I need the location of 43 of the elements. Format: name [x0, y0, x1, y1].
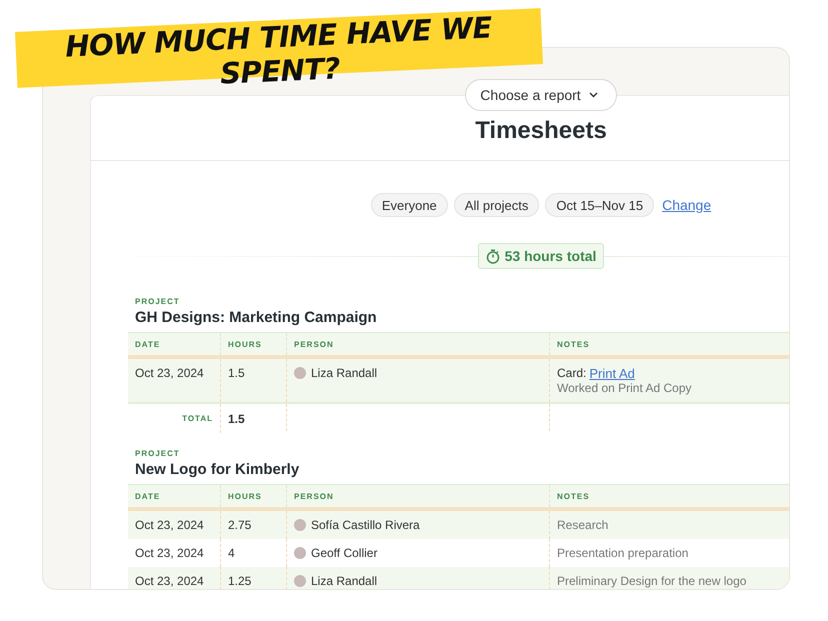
column-header: DATE [128, 333, 221, 355]
person-name: Geoff Collier [311, 546, 378, 560]
note-text: Preliminary Design for the new logo [557, 574, 748, 588]
table-cell: 1.25 [221, 567, 287, 589]
table-cell: 1.5 [221, 359, 287, 402]
project-name: New Logo for Kimberly [135, 461, 300, 478]
caret-icon [588, 92, 598, 98]
project-label: PROJECT [135, 297, 181, 306]
filter-chip[interactable]: All projects [454, 193, 540, 217]
avatar [294, 547, 306, 559]
filter-chip[interactable]: Everyone [370, 193, 448, 217]
card-label: Card: [557, 366, 586, 381]
note-text: Presentation preparation [557, 546, 690, 560]
total-hours-badge: 53 hours total [478, 243, 604, 269]
column-header: NOTES [556, 491, 591, 503]
table-cell: Oct 23, 2024 [128, 511, 221, 539]
filter-chip[interactable]: Oct 15–Nov 15 [545, 193, 654, 217]
table-cell: 2.75 [221, 511, 287, 539]
page-title: Timesheets [475, 116, 607, 146]
change-link[interactable]: Change [662, 197, 712, 213]
table-cell: Oct 23, 2024 [128, 567, 221, 589]
column-header: PERSON [287, 485, 550, 507]
column-header: HOURS [221, 485, 287, 507]
note-text: Worked on Print Ad Copy [557, 381, 693, 395]
note-text: Research [557, 518, 610, 532]
person-name: Liza Randall [311, 574, 378, 588]
card-link[interactable]: Print Ad [589, 366, 635, 381]
person-name: Liza Randall [311, 366, 378, 380]
column-header: HOURS [221, 333, 287, 355]
avatar [294, 519, 306, 531]
column-header: NOTES [556, 339, 591, 351]
total-label: TOTAL [128, 404, 221, 433]
table-cell: Oct 23, 2024 [128, 359, 221, 402]
report-dropdown[interactable]: Choose a report [465, 79, 617, 111]
column-header: PERSON [287, 333, 550, 355]
avatar [294, 575, 306, 587]
avatar [294, 367, 306, 379]
column-header: DATE [128, 485, 221, 507]
project-name: GH Designs: Marketing Campaign [135, 309, 378, 326]
project-label: PROJECT [135, 449, 181, 458]
person-name: Sofía Castillo Rivera [311, 518, 420, 532]
total-value: 1.5 [221, 404, 287, 431]
stopwatch-icon [486, 248, 500, 264]
